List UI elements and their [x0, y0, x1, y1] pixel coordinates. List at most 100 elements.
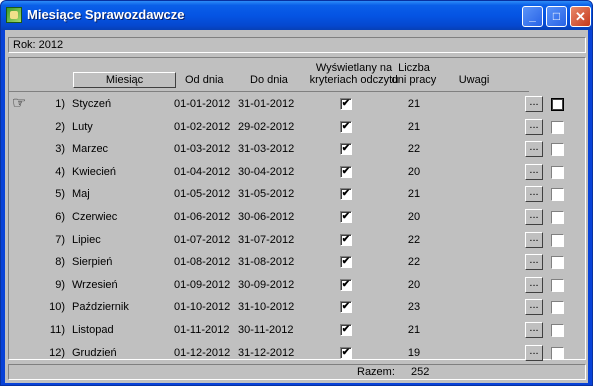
row-flag-checkbox[interactable] [551, 346, 564, 360]
date-to: 31-10-2012 [238, 301, 295, 314]
row-number: 10) [49, 301, 65, 314]
row-number: 7) [55, 233, 65, 246]
row-number: 6) [55, 211, 65, 223]
notes-button[interactable]: ... [525, 96, 543, 112]
notes-button[interactable]: ... [525, 118, 543, 135]
year-label: Rok: 2012 [8, 37, 586, 53]
row-flag-checkbox[interactable] [551, 301, 564, 315]
working-days: 22 [407, 233, 421, 246]
shown-checkbox[interactable]: ✔ [340, 143, 352, 156]
month-name: Kwiecień [72, 165, 117, 178]
table-row[interactable]: 12) Grudzień 01-12-2012 31-12-2012 ✔ 19... [9, 342, 585, 364]
row-flag-checkbox[interactable] [551, 143, 564, 157]
row-flag-checkbox[interactable] [551, 120, 564, 134]
shown-checkbox[interactable]: ✔ [340, 188, 352, 201]
month-name: Lipiec [72, 233, 101, 246]
shown-checkbox[interactable]: ✔ [340, 256, 352, 269]
table-row[interactable]: 6) Czerwiec 01-06-2012 30-06-2012 ✔ 20... [9, 206, 585, 228]
notes-button[interactable]: ... [525, 186, 543, 203]
month-name: Październik [72, 301, 129, 314]
total-value: 252 [411, 366, 430, 378]
minimize-button[interactable]: _ [522, 6, 543, 27]
month-name: Grudzień [72, 346, 117, 359]
notes-button[interactable]: ... [525, 141, 543, 158]
column-header-to: Do dnia [250, 74, 288, 86]
notes-button[interactable]: ... [525, 231, 543, 248]
date-from: 01-02-2012 [174, 120, 231, 133]
total-label: Razem: [357, 366, 395, 378]
column-header-month[interactable]: Miesiąc [73, 72, 176, 88]
table-row[interactable]: ☞ 1) Styczeń 01-01-2012 31-01-2012 ✔ 21... [9, 93, 585, 115]
shown-checkbox[interactable]: ✔ [340, 278, 352, 291]
working-days: 22 [407, 256, 421, 269]
table-row[interactable]: 10) Październik 01-10-2012 31-10-2012 ✔ 23... [9, 296, 585, 318]
row-flag-checkbox[interactable] [551, 233, 564, 247]
working-days: 21 [407, 188, 421, 201]
notes-button[interactable]: ... [525, 299, 543, 316]
table-row[interactable]: 3) Marzec 01-03-2012 31-03-2012 ✔ 22... [9, 138, 585, 160]
date-from: 01-07-2012 [174, 233, 231, 246]
row-flag-checkbox[interactable] [551, 211, 564, 224]
row-flag-checkbox[interactable] [551, 98, 564, 111]
working-days: 22 [407, 143, 421, 156]
table-row[interactable]: 9) Wrzesień 01-09-2012 30-09-2012 ✔ 20... [9, 274, 585, 296]
shown-checkbox[interactable]: ✔ [340, 120, 352, 133]
working-days: 20 [407, 211, 421, 223]
working-days: 20 [407, 278, 421, 291]
row-number: 12) [49, 346, 65, 359]
month-name: Styczeń [72, 98, 112, 110]
app-icon [6, 7, 22, 23]
shown-checkbox[interactable]: ✔ [340, 324, 352, 336]
date-to: 30-09-2012 [238, 278, 295, 291]
row-number: 9) [55, 278, 65, 291]
shown-checkbox[interactable]: ✔ [340, 98, 352, 110]
window: Miesiące Sprawozdawcze _ □ ✕ Rok: 2012 M… [0, 0, 593, 386]
date-from: 01-06-2012 [174, 211, 231, 223]
table-row[interactable]: 11) Listopad 01-11-2012 30-11-2012 ✔ 21... [9, 319, 585, 341]
close-button[interactable]: ✕ [570, 6, 591, 27]
table-row[interactable]: 7) Lipiec 01-07-2012 31-07-2012 ✔ 22... [9, 229, 585, 251]
row-number: 5) [55, 188, 65, 201]
date-from: 01-11-2012 [174, 324, 230, 336]
shown-checkbox[interactable]: ✔ [340, 233, 352, 246]
working-days: 20 [407, 165, 421, 178]
date-from: 01-09-2012 [174, 278, 231, 291]
row-flag-checkbox[interactable] [551, 165, 564, 179]
window-title: Miesiące Sprawozdawcze [27, 7, 185, 22]
date-from: 01-03-2012 [174, 143, 231, 156]
month-name: Marzec [72, 143, 109, 156]
column-header-from: Od dnia [185, 74, 224, 86]
working-days: 19 [407, 346, 421, 359]
header-separator [9, 91, 529, 92]
row-number: 3) [55, 143, 65, 156]
row-flag-checkbox[interactable] [551, 324, 564, 337]
notes-button[interactable]: ... [525, 276, 543, 293]
column-header-days-line2: dni pracy [391, 74, 437, 86]
table-row[interactable]: 2) Luty 01-02-2012 29-02-2012 ✔ 21... [9, 116, 585, 138]
shown-checkbox[interactable]: ✔ [340, 165, 352, 178]
shown-checkbox[interactable]: ✔ [340, 346, 352, 359]
notes-button[interactable]: ... [525, 163, 543, 180]
date-from: 01-12-2012 [174, 346, 231, 359]
maximize-button[interactable]: □ [546, 6, 567, 27]
month-name: Sierpień [72, 256, 113, 269]
notes-button[interactable]: ... [525, 322, 543, 338]
date-to: 31-05-2012 [238, 188, 295, 201]
notes-button[interactable]: ... [525, 344, 543, 361]
row-flag-checkbox[interactable] [551, 278, 564, 292]
table-row[interactable]: 8) Sierpień 01-08-2012 31-08-2012 ✔ 22... [9, 251, 585, 273]
table-row[interactable]: 4) Kwiecień 01-04-2012 30-04-2012 ✔ 20... [9, 161, 585, 183]
row-flag-checkbox[interactable] [551, 188, 564, 202]
date-to: 30-11-2012 [238, 324, 294, 336]
date-from: 01-05-2012 [174, 188, 231, 201]
column-header-days-line1: Liczba [398, 62, 430, 74]
title-bar[interactable]: Miesiące Sprawozdawcze _ □ ✕ [1, 1, 592, 30]
row-number: 2) [55, 120, 65, 133]
notes-button[interactable]: ... [525, 254, 543, 271]
row-flag-checkbox[interactable] [551, 256, 564, 270]
notes-button[interactable]: ... [525, 209, 543, 225]
table-row[interactable]: 5) Maj 01-05-2012 31-05-2012 ✔ 21... [9, 183, 585, 205]
shown-checkbox[interactable]: ✔ [340, 301, 352, 314]
column-header-notes: Uwagi [458, 74, 490, 86]
shown-checkbox[interactable]: ✔ [340, 211, 352, 223]
